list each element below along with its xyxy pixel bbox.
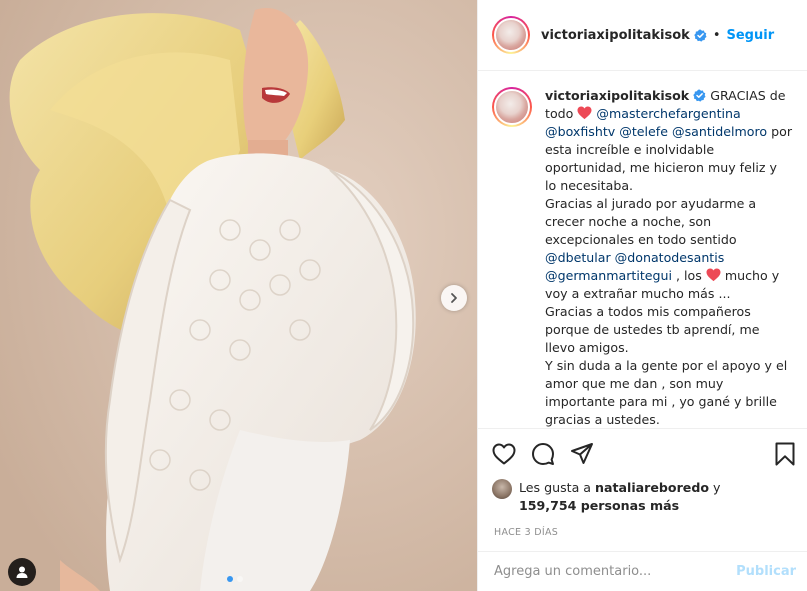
mention-link[interactable]: @germanmartitegui [545,268,672,283]
caption-text: victoriaxipolitakisok GRACIAS de todo @m… [545,87,792,428]
likes-summary: Les gusta a natalіareboredo y 159,754 pe… [478,479,807,515]
post-image [0,0,477,591]
verified-badge-icon [693,89,706,102]
mention-link[interactable]: @masterchefargentina [596,106,740,121]
user-icon [16,566,28,578]
comment-input[interactable] [494,564,737,579]
heart-emoji-icon [577,106,592,120]
next-image-button[interactable] [441,285,467,311]
caption-line: Gracias a todos mis compañeros porque de… [545,304,760,355]
likes-prefix: Les gusta a [519,480,592,495]
carousel-dot-active [227,576,233,582]
separator-dot: • [712,27,721,43]
comment-icon [532,443,554,465]
author-avatar[interactable] [492,16,530,54]
post-photo[interactable] [0,0,477,591]
publish-button[interactable]: Publicar [736,564,796,579]
verified-badge-icon [694,28,707,42]
carousel-dot [237,576,243,582]
post-timestamp[interactable]: HACE 3 DÍAS [478,515,807,538]
mention-link[interactable]: @telefe [619,124,668,139]
carousel-indicator [227,576,243,582]
author-username[interactable]: victoriaxipolitakisok [541,28,690,43]
post-actions-area: Les gusta a natalіareboredo y 159,754 pe… [478,428,807,538]
post-side-panel: victoriaxipolitakisok • Seguir victoriax… [477,0,807,591]
likes-count[interactable]: 159,754 personas más [519,498,679,513]
caption-area: victoriaxipolitakisok GRACIAS de todo @m… [478,71,807,428]
mention-link[interactable]: @donatodesantis [615,250,725,265]
caption-line: , los [676,268,702,283]
follow-button[interactable]: Seguir [727,28,775,43]
tagged-users-button[interactable] [8,558,36,586]
like-button[interactable] [492,443,516,465]
caption-username[interactable]: victoriaxipolitakisok [545,88,689,103]
post-header: victoriaxipolitakisok • Seguir [478,0,807,71]
send-icon [571,443,593,464]
liker-username[interactable]: natalіareboredo [595,480,709,495]
save-button[interactable] [774,442,796,466]
bookmark-icon [775,442,795,466]
share-button[interactable] [570,442,594,466]
mention-link[interactable]: @boxfishtv [545,124,615,139]
liker-avatar[interactable] [492,479,512,499]
mention-link[interactable]: @santidelmoro [672,124,767,139]
likes-connector: y [713,480,721,495]
heart-outline-icon [492,443,516,465]
mention-link[interactable]: @dbetular [545,250,611,265]
chevron-right-icon [451,293,457,303]
action-bar [478,429,807,479]
caption-line: Gracias al jurado por ayudarme a crecer … [545,196,757,247]
heart-emoji-icon [706,268,721,282]
comment-button[interactable] [531,442,555,466]
caption-author-avatar[interactable] [492,87,532,127]
caption-line: Y sin duda a la gente por el apoyo y el … [545,358,788,427]
comment-form: Publicar [478,551,807,591]
